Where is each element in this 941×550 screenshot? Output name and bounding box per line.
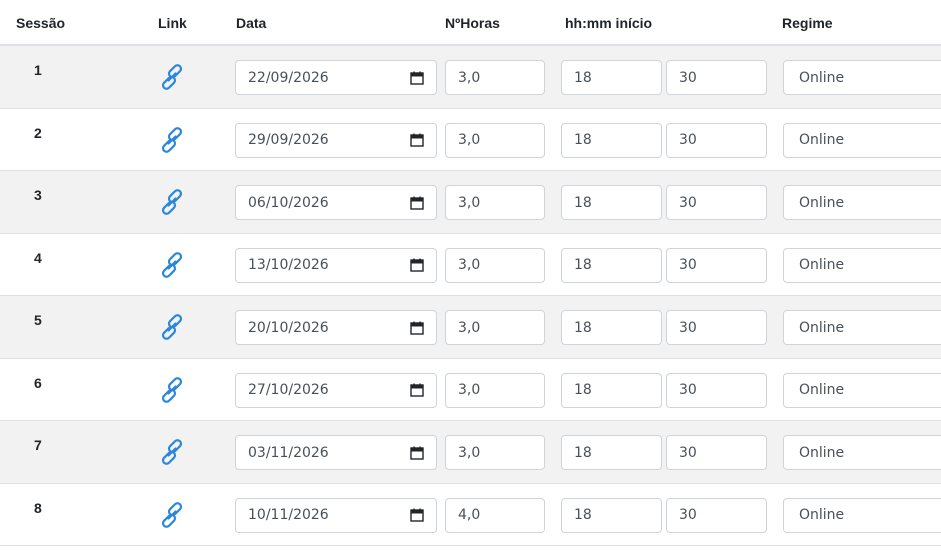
table-row: 1 22/09/2026 3,0 18 30 Online [0, 46, 941, 109]
calendar-icon[interactable] [410, 383, 424, 397]
link-icon[interactable] [158, 313, 186, 341]
date-value: 06/10/2026 [248, 194, 329, 211]
session-number: 6 [34, 374, 42, 391]
start-hour-input[interactable]: 18 [561, 122, 662, 158]
link-icon[interactable] [158, 501, 186, 529]
start-minute-input[interactable]: 30 [666, 310, 767, 345]
table-row: 6 27/10/2026 3,0 18 30 Online [0, 358, 941, 421]
date-input[interactable]: 10/11/2026 [235, 497, 437, 533]
start-minute-input[interactable]: 30 [666, 497, 767, 533]
table-row: 5 20/10/2026 3,0 18 30 Online [0, 296, 941, 359]
start-minute-input[interactable]: 30 [666, 372, 767, 408]
calendar-icon[interactable] [410, 133, 424, 147]
start-minute-input[interactable]: 30 [666, 247, 767, 283]
start-minute-input[interactable]: 30 [666, 185, 767, 220]
hours-input[interactable]: 3,0 [445, 185, 545, 220]
date-value: 27/10/2026 [248, 382, 329, 398]
start-hour-input[interactable]: 18 [561, 60, 662, 95]
date-value: 03/11/2026 [248, 444, 329, 461]
regime-select[interactable]: Online [783, 247, 941, 283]
regime-select[interactable]: Online [783, 60, 941, 95]
link-icon[interactable] [158, 251, 186, 279]
hours-input[interactable]: 3,0 [445, 310, 545, 345]
table-row: 4 13/10/2026 3,0 18 30 Online [0, 233, 941, 296]
session-number: 3 [34, 187, 42, 203]
hours-input[interactable]: 3,0 [445, 435, 545, 470]
date-input[interactable]: 29/09/2026 [235, 122, 437, 158]
table-row: 8 10/11/2026 4,0 18 30 Online [0, 483, 941, 546]
session-number: 4 [34, 249, 42, 266]
header-sessao: Sessão [16, 15, 66, 31]
regime-select[interactable]: Online [783, 435, 941, 470]
calendar-icon[interactable] [410, 71, 424, 85]
date-input[interactable]: 06/10/2026 [235, 185, 437, 220]
calendar-icon[interactable] [410, 258, 424, 272]
sessions-table: Sessão Link Data NºHoras hh:mm início Re… [0, 0, 941, 546]
header-data: Data [236, 15, 267, 31]
start-hour-input[interactable]: 18 [561, 310, 662, 345]
table-row: 7 03/11/2026 3,0 18 30 Online [0, 421, 941, 484]
date-input[interactable]: 13/10/2026 [235, 247, 437, 283]
link-icon[interactable] [158, 188, 186, 216]
date-input[interactable]: 20/10/2026 [235, 310, 437, 345]
start-hour-input[interactable]: 18 [561, 185, 662, 220]
start-hour-input[interactable]: 18 [561, 372, 662, 408]
regime-select[interactable]: Online [783, 310, 941, 345]
regime-select[interactable]: Online [783, 185, 941, 220]
hours-input[interactable]: 3,0 [445, 60, 545, 95]
calendar-icon[interactable] [410, 196, 424, 210]
table-header: Sessão Link Data NºHoras hh:mm início Re… [0, 0, 941, 46]
date-input[interactable]: 03/11/2026 [235, 435, 437, 470]
header-horas: NºHoras [445, 15, 500, 31]
date-value: 22/09/2026 [248, 69, 329, 86]
link-icon[interactable] [158, 126, 186, 154]
date-input[interactable]: 27/10/2026 [235, 372, 437, 408]
session-number: 1 [34, 62, 42, 78]
start-minute-input[interactable]: 30 [666, 435, 767, 470]
start-minute-input[interactable]: 30 [666, 122, 767, 158]
hours-input[interactable]: 3,0 [445, 247, 545, 283]
hours-input[interactable]: 4,0 [445, 497, 545, 533]
start-minute-input[interactable]: 30 [666, 60, 767, 95]
link-icon[interactable] [158, 63, 186, 91]
session-number: 2 [34, 124, 42, 141]
header-inicio: hh:mm início [565, 15, 653, 31]
regime-select[interactable]: Online [783, 122, 941, 158]
regime-select[interactable]: Online [783, 497, 941, 533]
calendar-icon[interactable] [410, 508, 424, 522]
start-hour-input[interactable]: 18 [561, 247, 662, 283]
date-value: 13/10/2026 [248, 257, 329, 273]
regime-select[interactable]: Online [783, 372, 941, 408]
session-number: 8 [34, 499, 42, 516]
table-row: 3 06/10/2026 3,0 18 30 Online [0, 171, 941, 234]
start-hour-input[interactable]: 18 [561, 497, 662, 533]
header-regime: Regime [782, 15, 833, 31]
calendar-icon[interactable] [410, 446, 424, 460]
date-input[interactable]: 22/09/2026 [235, 60, 437, 95]
link-icon[interactable] [158, 376, 186, 404]
hours-input[interactable]: 3,0 [445, 122, 545, 158]
table-body: 1 22/09/2026 3,0 18 30 Online 2 29/09/20… [0, 46, 941, 546]
session-number: 5 [34, 312, 42, 328]
header-link: Link [158, 15, 187, 31]
table-row: 2 29/09/2026 3,0 18 30 Online [0, 108, 941, 171]
session-number: 7 [34, 437, 42, 453]
date-value: 29/09/2026 [248, 132, 329, 148]
start-hour-input[interactable]: 18 [561, 435, 662, 470]
link-icon[interactable] [158, 438, 186, 466]
hours-input[interactable]: 3,0 [445, 372, 545, 408]
date-value: 20/10/2026 [248, 319, 329, 336]
date-value: 10/11/2026 [248, 507, 329, 523]
calendar-icon[interactable] [410, 321, 424, 335]
